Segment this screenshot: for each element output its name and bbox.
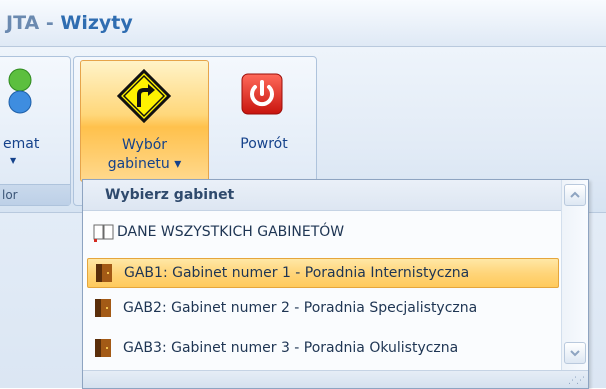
dropdown-item-gab2[interactable]: GAB2: Gabinet numer 2 - Poradnia Specjal… — [87, 293, 557, 323]
window-title: JTA - Wizyty — [6, 12, 133, 34]
dropdown-item-gab1[interactable]: GAB1: Gabinet numer 1 - Poradnia Interni… — [87, 258, 559, 288]
dropdown-header: Wybierz gabinet — [83, 180, 561, 211]
wybor-gabinetu-button[interactable]: Wybór gabinetu ▾ — [80, 60, 209, 182]
chevron-down-icon — [570, 350, 580, 357]
door-icon — [95, 299, 111, 317]
powrot-button-label: Powrót — [240, 136, 288, 152]
power-icon — [241, 73, 283, 115]
window-title-name: Wizyty — [60, 12, 133, 34]
color-scheme-icon — [8, 68, 32, 114]
ribbon-group-left-label: lor — [0, 184, 70, 205]
dropdown-item-label: DANE WSZYSTKICH GABINETÓW — [117, 224, 345, 240]
powrot-button[interactable]: Powrót — [216, 60, 312, 180]
gabinet-dropdown: Wybierz gabinet DANE WSZYSTKICH GABINETÓ… — [82, 179, 589, 389]
chevron-up-icon — [570, 191, 580, 198]
open-book-icon — [93, 224, 114, 242]
schemat-button[interactable]: emat ▼ — [0, 60, 60, 180]
dropdown-resize-footer: ⋰⋰ — [83, 370, 588, 388]
dropdown-item-label: GAB3: Gabinet numer 3 - Poradnia Okulist… — [123, 340, 459, 356]
wybor-gabinetu-label-line2: gabinetu ▾ — [107, 156, 182, 172]
scroll-up-button[interactable] — [564, 184, 586, 206]
door-icon — [96, 264, 112, 282]
dropdown-item-label: GAB2: Gabinet numer 2 - Poradnia Specjal… — [123, 300, 478, 316]
chevron-down-icon: ▼ — [10, 156, 17, 165]
road-sign-turn-icon — [117, 69, 171, 123]
window-title-separator: - — [39, 12, 61, 34]
resize-grip-icon[interactable]: ⋰⋰ — [568, 376, 585, 386]
wybor-gabinetu-label-line1: Wybór — [121, 137, 168, 153]
window-title-prefix: JTA — [6, 12, 40, 34]
schemat-button-label: emat — [3, 136, 40, 152]
door-icon — [95, 339, 111, 357]
title-bar: JTA - Wizyty — [0, 0, 606, 47]
dropdown-item-label: GAB1: Gabinet numer 1 - Poradnia Interni… — [124, 265, 470, 281]
dropdown-item-all[interactable]: DANE WSZYSTKICH GABINETÓW — [87, 217, 557, 247]
dropdown-item-gab3[interactable]: GAB3: Gabinet numer 3 - Poradnia Okulist… — [87, 333, 557, 363]
scroll-down-button[interactable] — [564, 342, 586, 364]
